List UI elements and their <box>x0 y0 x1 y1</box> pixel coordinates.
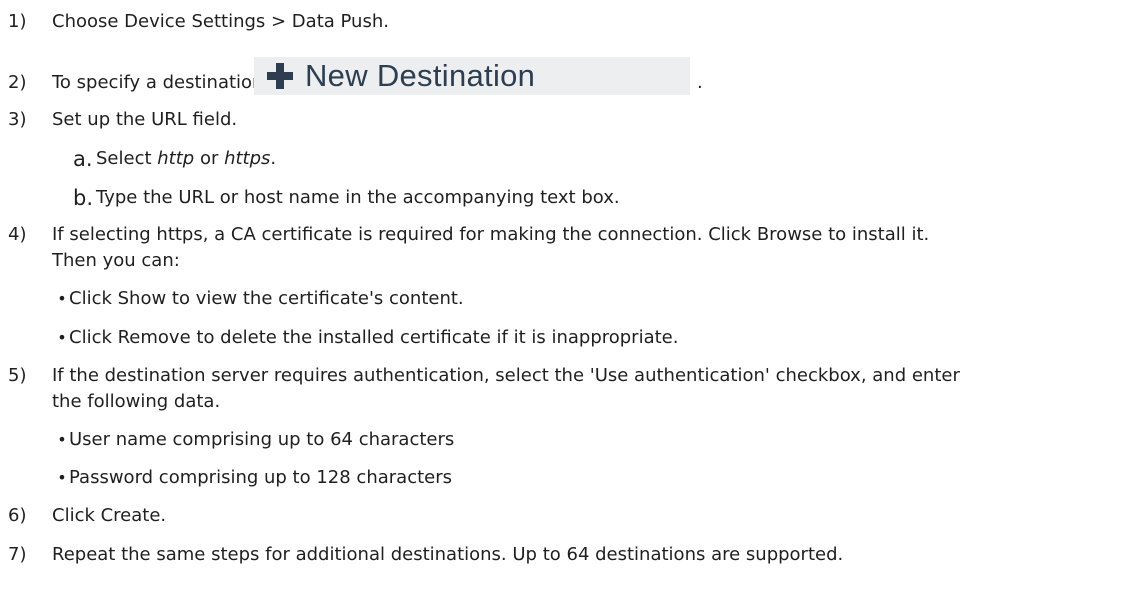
new-destination-button[interactable]: New Destination <box>254 57 690 95</box>
step-number: 7) <box>8 544 27 565</box>
step-text: the following data. <box>52 391 221 412</box>
step-number: 3) <box>8 109 27 130</box>
step-2-period: . <box>697 72 703 93</box>
step-number: 5) <box>8 365 27 386</box>
step-text: Then you can: <box>52 250 180 271</box>
step-number: 2) <box>8 72 27 93</box>
plus-icon <box>267 63 293 89</box>
substep-letter: a. <box>73 147 93 171</box>
substep-text: Type the URL or host name in the accompa… <box>96 187 620 208</box>
step-number: 6) <box>8 505 27 526</box>
step-text: If the destination server requires authe… <box>52 365 960 386</box>
substep-text: Select http or https. <box>96 148 277 169</box>
step-number: 4) <box>8 224 27 245</box>
bullet-text: Click Show to view the certificate's con… <box>69 288 464 309</box>
step-number: 1) <box>8 11 27 32</box>
step-text: Repeat the same steps for additional des… <box>52 544 844 565</box>
instruction-document: 1) Choose Device Settings > Data Push. 2… <box>0 0 1146 614</box>
step-text: Set up the URL field. <box>52 109 238 130</box>
https-term: https <box>224 148 271 169</box>
bullet: • <box>57 468 67 487</box>
bullet: • <box>57 430 67 449</box>
bullet-text: User name comprising up to 64 characters <box>69 429 455 450</box>
new-destination-label: New Destination <box>305 58 536 93</box>
step-text: Choose Device Settings > Data Push. <box>52 11 389 32</box>
bullet-text: Click Remove to delete the installed cer… <box>69 327 679 348</box>
bullet: • <box>57 289 67 308</box>
step-text: Click Create. <box>52 505 167 526</box>
step-text: If selecting https, a CA certificate is … <box>52 224 930 245</box>
substep-letter: b. <box>73 186 94 210</box>
bullet: • <box>57 328 67 347</box>
http-term: http <box>157 148 195 169</box>
bullet-text: Password comprising up to 128 characters <box>69 467 453 488</box>
